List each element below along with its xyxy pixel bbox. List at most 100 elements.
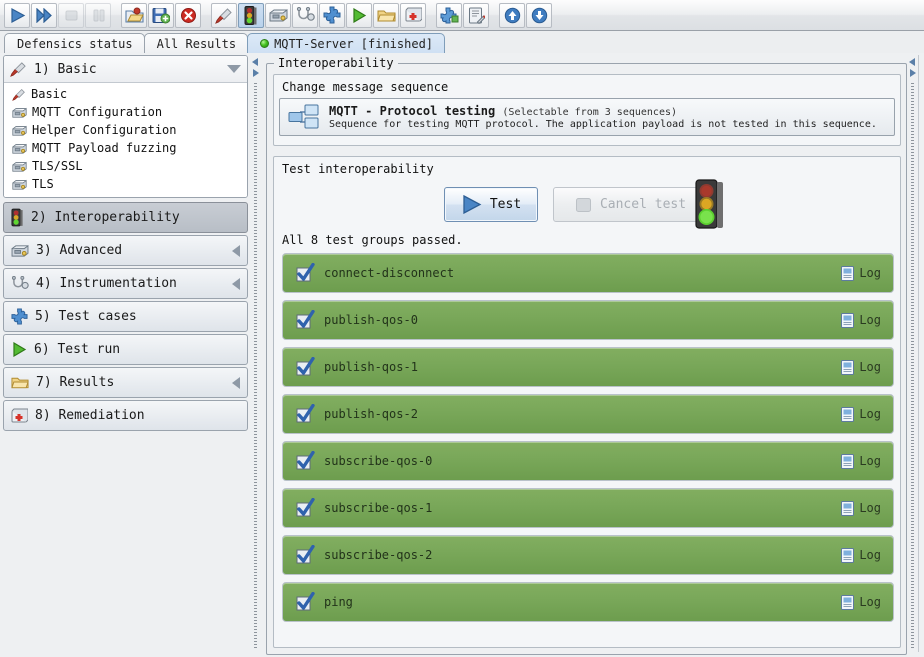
- arrow-up-icon: [504, 7, 520, 23]
- tab-mqtt-server[interactable]: MQTT-Server [finished]: [247, 33, 446, 53]
- traffic-light-icon-button[interactable]: [238, 2, 264, 28]
- tab-label: All Results: [156, 36, 237, 51]
- toolbox-icon: [269, 9, 287, 22]
- plugin-icon: [440, 7, 458, 23]
- play-green-icon: [353, 7, 367, 23]
- sidebar-item-mqtt-configuration[interactable]: MQTT Configuration: [4, 103, 247, 121]
- log-label: Log: [859, 501, 881, 515]
- test-group-list: connect-disconnect Log publish-qos-0 Log…: [282, 253, 894, 641]
- test-interoperability-label: Test interoperability: [282, 162, 434, 176]
- sidebar-section-label: 4) Instrumentation: [36, 276, 177, 291]
- stethoscope-icon-button[interactable]: [292, 2, 318, 28]
- sidebar-item-basic[interactable]: Basic: [4, 85, 247, 103]
- splitter-collapse-left-icon[interactable]: [252, 58, 258, 66]
- sidebar-item-tls[interactable]: TLS: [4, 175, 247, 193]
- splitter-grip: [254, 83, 257, 650]
- table-row[interactable]: subscribe-qos-0 Log: [282, 441, 894, 481]
- folder-icon-button[interactable]: [373, 2, 399, 28]
- tab-defensics-status[interactable]: Defensics status: [4, 33, 145, 53]
- step-icon-button[interactable]: [31, 2, 57, 28]
- puzzle-icon-button[interactable]: [319, 2, 345, 28]
- arrow-down-icon-button[interactable]: [526, 2, 552, 28]
- sidebar-section-remediation[interactable]: 8) Remediation: [3, 400, 248, 431]
- splitter-collapse-right-icon[interactable]: [910, 69, 916, 77]
- stop-icon: [65, 10, 77, 20]
- main-toolbar: [0, 0, 924, 31]
- log-link[interactable]: Log: [841, 453, 881, 469]
- log-link[interactable]: Log: [841, 500, 881, 516]
- splitter-collapse-left-icon[interactable]: [909, 58, 915, 66]
- stop-icon: [575, 197, 591, 212]
- test-button[interactable]: Test: [444, 187, 538, 222]
- left-splitter[interactable]: [250, 55, 261, 652]
- sidebar-section-label: 1) Basic: [34, 61, 97, 77]
- sidebar-section-test-cases[interactable]: 5) Test cases: [3, 301, 248, 332]
- sidebar-item-helper-configuration[interactable]: Helper Configuration: [4, 121, 247, 139]
- splitter-collapse-right-icon[interactable]: [253, 69, 259, 77]
- chevron-left-icon[interactable]: [232, 376, 240, 389]
- log-link[interactable]: Log: [841, 265, 881, 281]
- plugin-icon-button[interactable]: [436, 2, 462, 28]
- notes-icon-button[interactable]: [463, 2, 489, 28]
- run-icon: [10, 7, 25, 23]
- log-link[interactable]: Log: [841, 547, 881, 563]
- log-label: Log: [859, 548, 881, 562]
- first-aid-icon: [405, 7, 422, 22]
- sidebar-section-advanced[interactable]: 3) Advanced: [3, 235, 248, 266]
- log-link[interactable]: Log: [841, 312, 881, 328]
- log-document-icon: [841, 547, 855, 563]
- run-icon-button[interactable]: [4, 2, 30, 28]
- toolbox-icon: [11, 244, 29, 257]
- sequence-description: Sequence for testing MQTT protocol. The …: [329, 119, 877, 130]
- tab-label: Defensics status: [17, 36, 133, 51]
- table-row[interactable]: subscribe-qos-2 Log: [282, 535, 894, 575]
- close-icon-button[interactable]: [175, 2, 201, 28]
- sidebar-section-instrumentation[interactable]: 4) Instrumentation: [3, 268, 248, 299]
- sequence-item[interactable]: MQTT - Protocol testing (Selectable from…: [279, 98, 895, 136]
- test-group-name: subscribe-qos-2: [324, 548, 433, 562]
- test-group-name: publish-qos-0: [324, 313, 418, 327]
- log-link[interactable]: Log: [841, 406, 881, 422]
- table-row[interactable]: publish-qos-2 Log: [282, 394, 894, 434]
- screwdriver-icon-button[interactable]: [211, 2, 237, 28]
- check-passed-icon: [296, 357, 315, 376]
- tab-all-results[interactable]: All Results: [143, 33, 249, 53]
- right-splitter[interactable]: [907, 55, 918, 652]
- right-edge-strip: [918, 55, 924, 652]
- folder-icon: [11, 377, 29, 389]
- sidebar-section-results[interactable]: 7) Results: [3, 367, 248, 398]
- sidebar-item-label: MQTT Configuration: [32, 105, 163, 119]
- save-icon-button[interactable]: [148, 2, 174, 28]
- table-row[interactable]: ping Log: [282, 582, 894, 622]
- sidebar-item-tls-ssl[interactable]: TLS/SSL: [4, 157, 247, 175]
- log-link[interactable]: Log: [841, 594, 881, 610]
- log-document-icon: [841, 453, 855, 469]
- log-link[interactable]: Log: [841, 359, 881, 375]
- step-icon: [36, 7, 52, 23]
- chevron-left-icon[interactable]: [232, 277, 240, 290]
- puzzle-icon: [11, 308, 28, 325]
- first-aid-icon-button[interactable]: [400, 2, 426, 28]
- notes-icon: [468, 7, 485, 24]
- arrow-up-icon-button[interactable]: [499, 2, 525, 28]
- chevron-down-icon[interactable]: [227, 65, 241, 73]
- sidebar-section-basic-header[interactable]: 1) Basic: [4, 56, 247, 83]
- sidebar-section-test-run[interactable]: 6) Test run: [3, 334, 248, 365]
- log-document-icon: [841, 312, 855, 328]
- sidebar-item-label: TLS: [32, 177, 54, 191]
- chevron-left-icon[interactable]: [232, 244, 240, 257]
- log-document-icon: [841, 265, 855, 281]
- table-row[interactable]: subscribe-qos-1 Log: [282, 488, 894, 528]
- test-button-label: Test: [489, 197, 522, 212]
- sidebar-item-mqtt-payload-fuzzing[interactable]: MQTT Payload fuzzing: [4, 139, 247, 157]
- table-row[interactable]: publish-qos-1 Log: [282, 347, 894, 387]
- sidebar-section-interoperability[interactable]: 2) Interoperability: [3, 202, 248, 233]
- run-icon: [463, 195, 482, 214]
- open-folder-icon-button[interactable]: [121, 2, 147, 28]
- table-row[interactable]: publish-qos-0 Log: [282, 300, 894, 340]
- toolbox-icon-button[interactable]: [265, 2, 291, 28]
- test-controls-row: Test Cancel test: [274, 179, 902, 229]
- play-green-icon-button[interactable]: [346, 2, 372, 28]
- table-row[interactable]: connect-disconnect Log: [282, 253, 894, 293]
- toolbox-icon: [12, 125, 27, 136]
